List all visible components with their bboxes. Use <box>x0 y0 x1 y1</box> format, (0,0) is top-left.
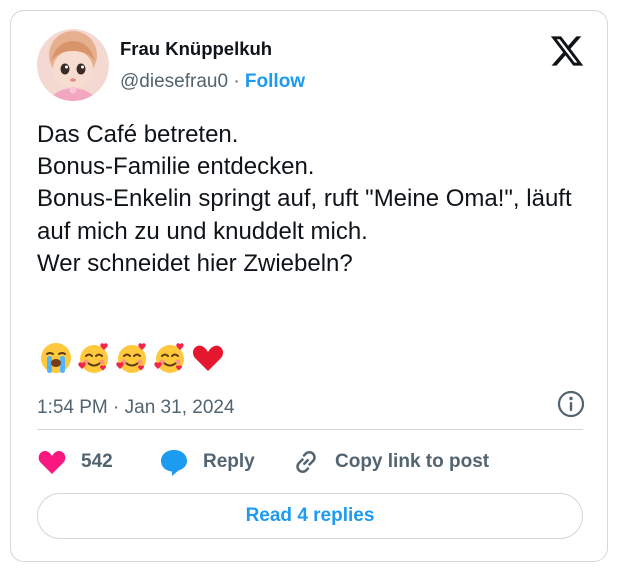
handle-separator: · <box>233 71 240 92</box>
reply-label: Reply <box>203 451 255 472</box>
author-handle-row: @diesefrau0 · Follow <box>120 71 305 93</box>
reply-bubble-icon <box>161 450 187 476</box>
heart-icon <box>38 450 66 474</box>
x-logo-icon[interactable] <box>549 33 585 69</box>
tweet-card: Frau Knüppelkuh @diesefrau0 · Follow Das… <box>10 10 608 562</box>
tweet-text: Das Café betreten. Bonus-Familie entdeck… <box>37 121 572 277</box>
copy-link-label: Copy link to post <box>335 451 490 472</box>
tweet-timestamp[interactable]: 1:54 PM · Jan 31, 2024 <box>37 397 235 419</box>
copy-link-button[interactable]: Copy link to post <box>291 447 489 477</box>
reply-button[interactable]: Reply <box>159 447 255 477</box>
author-name[interactable]: Frau Knüppelkuh <box>120 38 272 60</box>
link-icon <box>296 451 316 473</box>
red-heart-icon <box>192 345 224 371</box>
divider <box>37 429 583 430</box>
read-replies-button[interactable]: Read 4 replies <box>37 493 583 539</box>
loudly-crying-face-icon <box>41 343 71 373</box>
follow-button[interactable]: Follow <box>245 71 305 92</box>
smiling-face-with-hearts-icon <box>78 343 108 373</box>
author-handle[interactable]: @diesefrau0 <box>120 71 228 92</box>
like-button[interactable]: 542 <box>37 447 113 477</box>
smiling-face-with-hearts-icon <box>154 343 184 373</box>
info-icon[interactable] <box>556 389 586 419</box>
like-count: 542 <box>81 451 113 472</box>
read-replies-label: Read 4 replies <box>245 505 375 526</box>
emoji-row <box>39 341 225 375</box>
smiling-face-with-hearts-icon <box>116 343 146 373</box>
avatar[interactable] <box>37 29 109 101</box>
